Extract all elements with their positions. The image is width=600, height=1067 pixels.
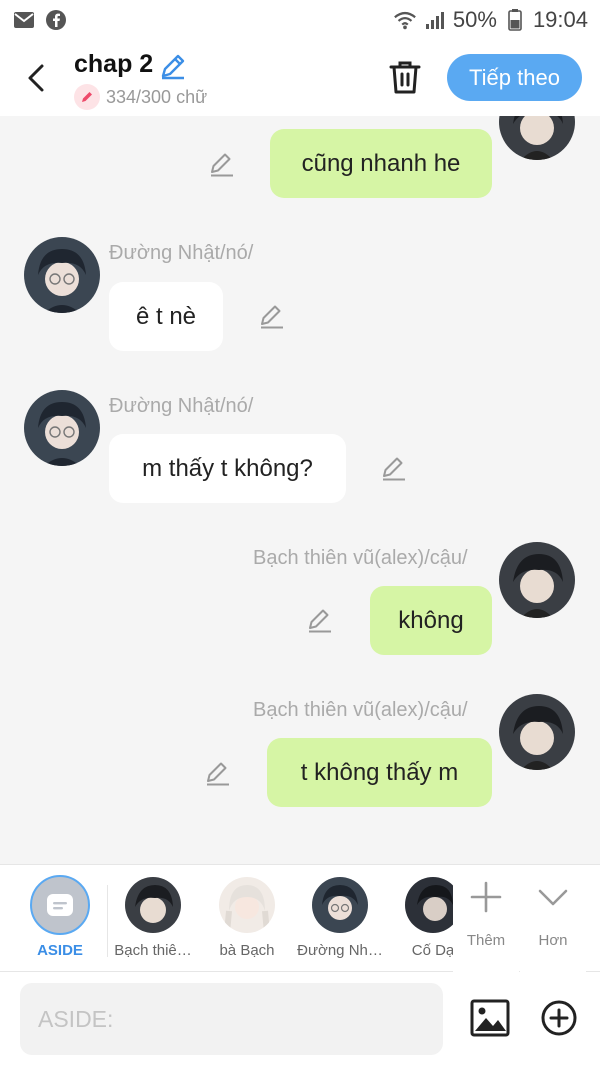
message-bubble[interactable]: không [370,586,492,655]
status-bar: 50% 19:04 [0,0,600,40]
wifi-icon [393,8,417,32]
next-button[interactable]: Tiếp theo [447,54,582,101]
character-avatar[interactable] [312,877,368,933]
aside-label[interactable]: ASIDE [20,942,100,959]
aside-avatar[interactable] [30,875,90,935]
character-item[interactable]: bà Bạch [202,865,292,973]
more-button[interactable]: Hơn [520,865,586,973]
character-label: bà Bạch [219,942,275,959]
avatar-duong-nhat[interactable] [24,237,100,313]
insert-image-button[interactable] [469,998,511,1038]
sender-name: Đường Nhật/nó/ [109,242,254,264]
image-icon [470,999,510,1037]
back-arrow-icon [28,64,44,92]
avatar-duong-nhat[interactable] [24,390,100,466]
chat-area[interactable]: cũng nhanh he Đường Nhật/nó/ ê t nè Đườn… [0,116,600,864]
avatar-bach-thien-vu[interactable] [499,694,575,770]
sender-name: Bạch thiên vũ(alex)/cậu/ [253,547,468,569]
edit-message-button[interactable] [306,606,334,634]
plus-circle-icon [541,1000,577,1036]
pencil-icon [161,54,185,80]
add-button[interactable] [540,999,578,1037]
word-count-pencil-icon [74,84,100,110]
avatar-bach-thien-vu[interactable] [499,116,575,160]
pencil-icon [261,305,283,329]
character-avatar[interactable] [219,877,275,933]
word-count: 334/300 chữ [74,84,207,110]
message-bubble[interactable]: t không thấy m [267,738,492,807]
pencil-icon [309,609,331,633]
chat-bubble-icon [47,894,73,916]
word-count-text: 334/300 chữ [106,86,208,107]
edit-message-button[interactable] [208,150,236,178]
edit-message-button[interactable] [258,302,286,330]
battery-icon [503,8,527,32]
plus-icon [470,881,502,913]
character-avatar[interactable] [125,877,181,933]
character-bar: ASIDE Bạch thiê… bà Bạch Đường Nh… Cố Dạ… [0,864,600,973]
battery-percent: 50% [452,7,497,32]
delete-button[interactable] [388,58,422,96]
add-character-button[interactable]: Thêm [453,865,519,973]
pencil-icon [383,457,405,481]
mail-icon [12,8,36,32]
header: chap 2 334/300 chữ Tiếp theo [0,40,600,116]
message-input[interactable] [20,983,443,1055]
back-button[interactable] [18,58,54,98]
character-item[interactable]: Đường Nh… [295,865,385,973]
chevron-down-icon [538,889,568,906]
sender-name: Bạch thiên vũ(alex)/cậu/ [253,699,468,721]
sender-name: Đường Nhật/nó/ [109,395,254,417]
composer [0,972,600,1067]
message-bubble[interactable]: cũng nhanh he [270,129,492,198]
pencil-icon [211,153,233,177]
clock: 19:04 [532,7,588,32]
message-bubble[interactable]: ê t nè [109,282,223,351]
facebook-icon [44,8,68,32]
signal-icon [423,8,447,32]
chapter-title[interactable]: chap 2 [74,50,153,79]
trash-icon [389,61,421,94]
pencil-icon [207,762,229,786]
edit-title-button[interactable] [158,51,188,81]
edit-message-button[interactable] [204,759,232,787]
character-label: Bạch thiê… [114,942,192,959]
edit-message-button[interactable] [380,454,408,482]
avatar-bach-thien-vu[interactable] [499,542,575,618]
more-label: Hơn [538,932,568,949]
character-label: Đường Nh… [297,942,383,959]
add-label: Thêm [466,932,506,949]
character-item[interactable]: Bạch thiê… [108,865,198,973]
message-bubble[interactable]: m thấy t không? [109,434,346,503]
